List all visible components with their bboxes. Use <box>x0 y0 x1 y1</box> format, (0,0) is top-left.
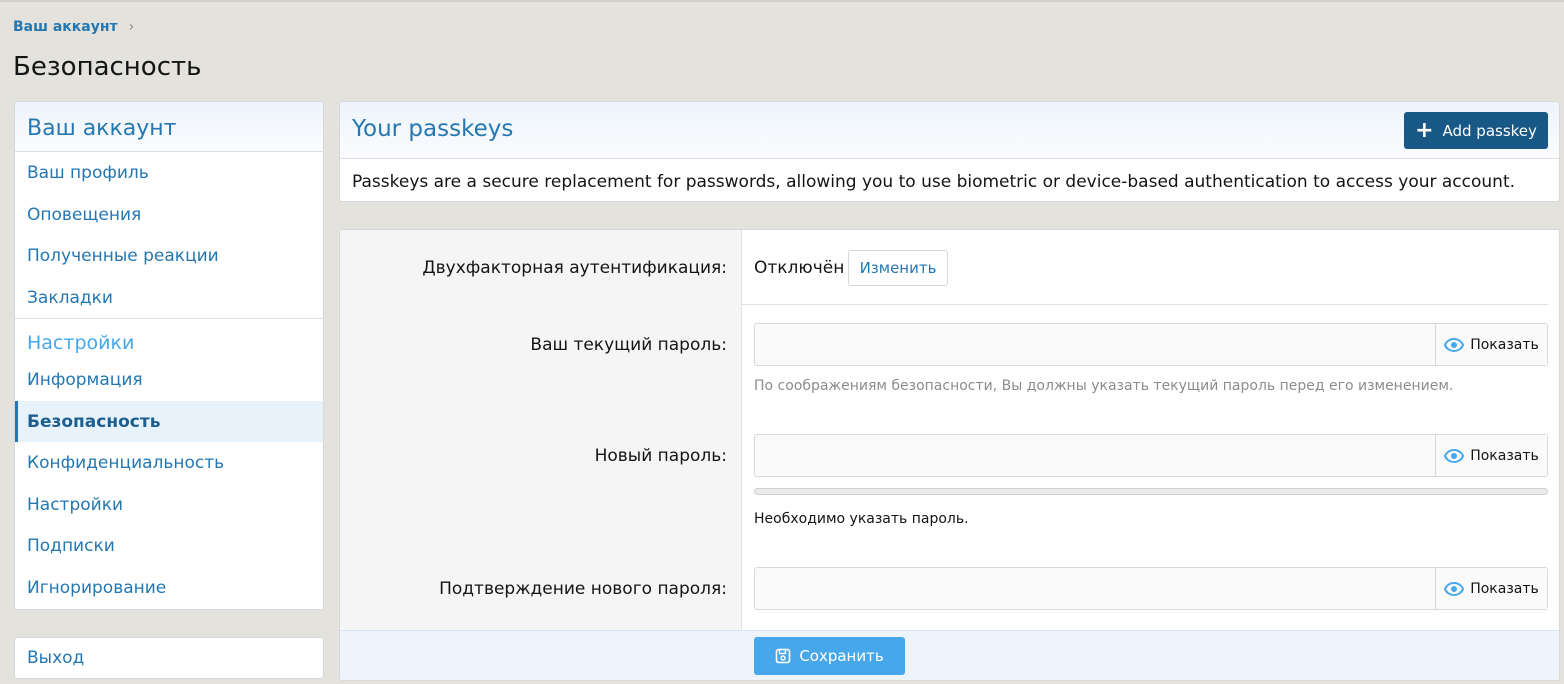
breadcrumb-link[interactable]: Ваш аккаунт <box>13 19 118 35</box>
new-password-show-button[interactable]: Показать <box>1435 435 1547 476</box>
sidebar-item-profile[interactable]: Ваш профиль <box>15 152 323 194</box>
sidebar-item-following[interactable]: Подписки <box>15 525 323 567</box>
sidebar-item-privacy[interactable]: Конфиденциальность <box>15 442 323 484</box>
eye-icon <box>1444 581 1465 596</box>
passkeys-header: Your passkeys + Add passkey <box>340 102 1559 159</box>
show-label: Показать <box>1470 336 1539 353</box>
form-divider <box>742 304 1548 305</box>
confirm-password-group: Показать <box>754 567 1548 610</box>
add-passkey-button[interactable]: + Add passkey <box>1404 112 1548 149</box>
current-password-label: Ваш текущий пароль: <box>530 335 727 355</box>
confirm-password-input[interactable] <box>755 568 1435 609</box>
eye-icon <box>1444 337 1465 352</box>
sidebar-item-bookmarks[interactable]: Закладки <box>15 277 323 319</box>
password-strength-meter <box>754 488 1548 495</box>
passkeys-block: Your passkeys + Add passkey Passkeys are… <box>339 101 1560 202</box>
current-password-show-button[interactable]: Показать <box>1435 324 1547 365</box>
tfa-status: Отключён <box>754 258 845 278</box>
new-password-group: Показать <box>754 434 1548 477</box>
breadcrumb[interactable]: Ваш аккаунт › <box>13 19 134 35</box>
save-label: Сохранить <box>799 647 884 665</box>
sidebar-item-reactions[interactable]: Полученные реакции <box>15 235 323 277</box>
show-label: Показать <box>1470 447 1539 464</box>
form-label-column <box>340 230 742 630</box>
new-password-required-text: Необходимо указать пароль. <box>754 511 969 527</box>
logout-link[interactable]: Выход <box>14 637 324 679</box>
sidebar-header: Ваш аккаунт <box>15 102 323 152</box>
tfa-label: Двухфакторная аутентификация: <box>422 258 727 278</box>
sidebar-item-alerts[interactable]: Оповещения <box>15 194 323 236</box>
confirm-password-show-button[interactable]: Показать <box>1435 568 1547 609</box>
plus-icon: + <box>1415 117 1434 143</box>
top-border <box>0 0 1564 2</box>
save-button[interactable]: Сохранить <box>754 637 905 675</box>
chevron-right-icon: › <box>128 19 135 35</box>
eye-icon <box>1444 448 1465 463</box>
current-password-input[interactable] <box>755 324 1435 365</box>
current-password-hint: По соображениям безопасности, Вы должны … <box>754 378 1454 394</box>
save-icon <box>776 648 791 664</box>
security-form: Двухфакторная аутентификация: Отключён И… <box>339 229 1560 681</box>
confirm-password-label: Подтверждение нового пароля: <box>439 579 727 599</box>
sidebar-item-ignoring[interactable]: Игнорирование <box>15 567 323 609</box>
form-footer: Сохранить <box>340 630 1559 680</box>
sidebar-item-account-details[interactable]: Информация <box>15 359 323 401</box>
show-label: Показать <box>1470 580 1539 597</box>
passkeys-title: Your passkeys <box>352 116 514 142</box>
sidebar-item-preferences[interactable]: Настройки <box>15 484 323 526</box>
add-passkey-label: Add passkey <box>1442 121 1537 140</box>
new-password-input[interactable] <box>755 435 1435 476</box>
account-sidebar: Ваш аккаунт Ваш профиль Оповещения Получ… <box>14 101 324 610</box>
new-password-label: Новый пароль: <box>594 446 727 466</box>
sidebar-item-security[interactable]: Безопасность <box>15 400 323 442</box>
tfa-change-button[interactable]: Изменить <box>848 250 948 286</box>
current-password-group: Показать <box>754 323 1548 366</box>
page-title: Безопасность <box>13 52 202 82</box>
passkeys-description: Passkeys are a secure replacement for pa… <box>352 172 1516 192</box>
